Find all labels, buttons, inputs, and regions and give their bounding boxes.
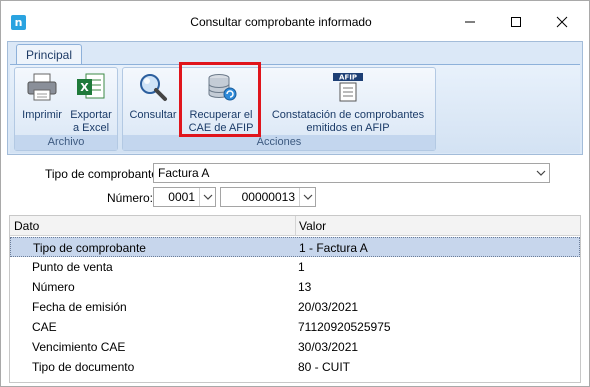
column-header-valor[interactable]: Valor (295, 216, 326, 236)
grid-header: Dato Valor (10, 216, 580, 236)
group-archivo: Imprimir X Exportar a Excel Archivo (14, 67, 118, 151)
maximize-icon (511, 17, 521, 27)
group-archivo-label: Archivo (15, 135, 117, 150)
cell-valor: 1 (298, 260, 305, 274)
cell-dato: Tipo de documento (32, 360, 135, 374)
table-row[interactable]: Tipo de documento 80 - CUIT (10, 357, 580, 377)
printer-icon (27, 73, 57, 101)
numero-label: Número: (107, 191, 154, 205)
cell-dato: Número (32, 280, 75, 294)
constatacion-label-2: emitidos en AFIP (306, 122, 390, 134)
tab-principal[interactable]: Principal (16, 44, 82, 66)
cell-valor: 30/03/2021 (298, 340, 359, 354)
cell-dato: CAE (32, 320, 57, 334)
tipo-comprobante-label: Tipo de comprobante (45, 167, 158, 181)
svg-text:X: X (80, 81, 89, 94)
consultar-button[interactable]: Consultar (127, 72, 179, 134)
cell-valor: 1 - Factura A (299, 241, 368, 255)
chevron-down-icon (533, 164, 549, 182)
dialog-window: n Consultar comprobante informado Princi… (0, 0, 590, 387)
cell-dato: Vencimiento CAE (32, 340, 126, 354)
column-header-dato[interactable]: Dato (10, 216, 39, 236)
numero-select[interactable]: 00000013 (220, 187, 316, 207)
table-row[interactable]: Punto de venta 1 (10, 257, 580, 277)
afip-logo-text: AFIP (339, 74, 357, 82)
tipo-comprobante-value: Factura A (158, 166, 210, 180)
exportar-label-2: a Excel (72, 122, 110, 134)
table-row[interactable]: Tipo de comprobante 1 - Factura A (10, 237, 580, 257)
minimize-icon (465, 21, 475, 23)
cell-dato: Tipo de comprobante (33, 241, 146, 255)
tipo-comprobante-select[interactable]: Factura A (153, 163, 550, 183)
cell-valor: 71120920525975 (298, 320, 391, 334)
excel-icon: X (77, 73, 105, 99)
cell-valor: 20/03/2021 (298, 300, 359, 314)
numero-value: 00000013 (241, 190, 295, 204)
ribbon-panel: Imprimir X Exportar a Excel Archivo Cons… (10, 64, 580, 153)
minimize-button[interactable] (447, 7, 493, 37)
title-bar: n Consultar comprobante informado (1, 1, 589, 41)
close-button[interactable] (539, 7, 585, 37)
cell-valor: 13 (298, 280, 312, 294)
maximize-button[interactable] (493, 7, 539, 37)
close-icon (556, 16, 568, 28)
cell-valor: 80 - CUIT (298, 360, 351, 374)
punto-venta-select[interactable]: 0001 (153, 187, 216, 207)
exportar-label-1: Exportar (70, 109, 112, 121)
ribbon: Principal Imprimir X Exportar a Excel Ar… (7, 41, 583, 155)
table-row[interactable]: Fecha de emisión 20/03/2021 (10, 297, 580, 317)
data-grid: Dato Valor Tipo de comprobante 1 - Factu… (9, 215, 581, 383)
constatacion-button[interactable]: AFIP Constatación de comprobantes emitid… (263, 72, 433, 134)
imprimir-label: Imprimir (22, 109, 62, 121)
table-row[interactable]: Número 13 (10, 277, 580, 297)
chevron-down-icon (199, 188, 215, 206)
cell-dato: Punto de venta (32, 260, 113, 274)
exportar-excel-button[interactable]: X Exportar a Excel (67, 72, 115, 134)
imprimir-button[interactable]: Imprimir (19, 72, 65, 134)
afip-document-icon: AFIP (333, 73, 363, 102)
group-acciones: Consultar Recuperar el CAE de AFIP AFIP … (122, 67, 436, 151)
cell-dato: Fecha de emisión (32, 300, 127, 314)
consultar-label: Consultar (129, 109, 177, 121)
highlight-box (179, 62, 261, 137)
constatacion-label-1: Constatación de comprobantes (271, 109, 425, 121)
magnifier-icon (140, 74, 167, 101)
chevron-down-icon (299, 188, 315, 206)
group-acciones-label: Acciones (123, 135, 435, 150)
punto-venta-value: 0001 (168, 190, 195, 204)
table-row[interactable]: Vencimiento CAE 30/03/2021 (10, 337, 580, 357)
table-row[interactable]: CAE 71120920525975 (10, 317, 580, 337)
